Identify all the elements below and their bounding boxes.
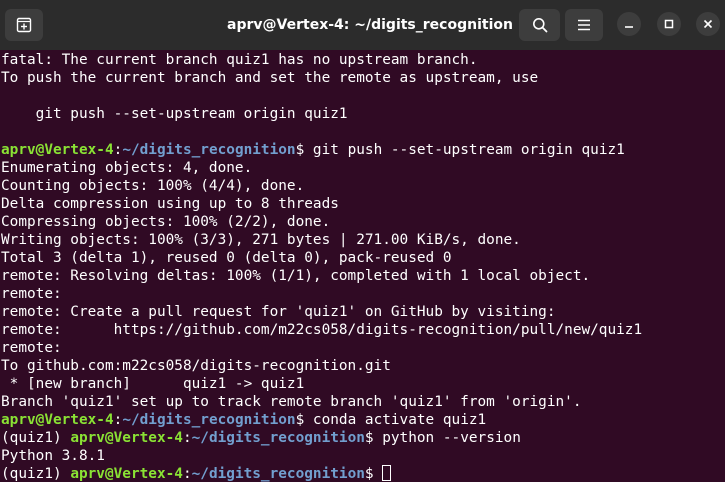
output-line: Enumerating objects: 4, done.	[1, 160, 253, 176]
prompt-symbol: $	[364, 466, 383, 482]
prompt-line: aprv@Vertex-4:~/digits_recognition$ cond…	[1, 411, 486, 429]
output-line: Branch 'quiz1' set up to track remote br…	[1, 394, 582, 410]
prompt-symbol: $	[364, 430, 383, 446]
output-line: To push the current branch and set the r…	[1, 70, 539, 86]
prompt-path: ~/digits_recognition	[122, 142, 296, 158]
window-title: aprv@Vertex-4: ~/digits_recognition	[227, 17, 513, 33]
terminal-output[interactable]: fatal: The current branch quiz1 has no u…	[0, 50, 725, 482]
prompt-user-host: aprv@Vertex-4	[70, 466, 183, 482]
prompt-user-host: aprv@Vertex-4	[1, 412, 114, 428]
new-tab-button[interactable]	[5, 9, 43, 41]
terminal-window: aprv@Vertex-4: ~/digits_recognition fata…	[0, 0, 725, 482]
output-line: Writing objects: 100% (3/3), 271 bytes |…	[1, 232, 521, 248]
output-line: remote: https://github.com/m22cs058/digi…	[1, 322, 643, 338]
prompt-user-host: aprv@Vertex-4	[70, 430, 183, 446]
prompt-colon: :	[113, 142, 123, 158]
prompt-path: ~/digits_recognition	[122, 412, 296, 428]
output-line: fatal: The current branch quiz1 has no u…	[1, 52, 478, 68]
prompt-path: ~/digits_recognition	[191, 430, 365, 446]
active-prompt-line[interactable]: (quiz1) aprv@Vertex-4:~/digits_recogniti…	[1, 465, 392, 482]
prompt-line: aprv@Vertex-4:~/digits_recognition$ git …	[1, 141, 625, 159]
prompt-colon: :	[113, 412, 123, 428]
conda-env-label: (quiz1)	[1, 466, 71, 482]
prompt-symbol: $	[295, 412, 313, 428]
prompt-symbol: $	[295, 142, 313, 158]
text-cursor	[382, 465, 392, 481]
hamburger-menu-icon	[578, 19, 590, 31]
minimize-button[interactable]	[617, 12, 641, 36]
command-text: conda activate quiz1	[312, 412, 487, 428]
output-line: * [new branch] quiz1 -> quiz1	[1, 376, 305, 392]
output-line: remote:	[1, 286, 62, 302]
maximize-icon	[664, 19, 674, 29]
search-icon	[532, 18, 547, 33]
output-line: remote: Create a pull request for 'quiz1…	[1, 304, 556, 320]
output-line: git push --set-upstream origin quiz1	[1, 106, 348, 122]
output-line: Delta compression using up to 8 threads	[1, 196, 339, 212]
menu-button[interactable]	[565, 9, 603, 41]
output-line: Python 3.8.1	[1, 448, 105, 464]
prompt-colon: :	[182, 430, 192, 446]
conda-env-label: (quiz1)	[1, 430, 71, 446]
minimize-icon	[625, 26, 633, 28]
output-line: Compressing objects: 100% (2/2), done.	[1, 214, 331, 230]
prompt-line: (quiz1) aprv@Vertex-4:~/digits_recogniti…	[1, 429, 521, 447]
output-line: remote: Resolving deltas: 100% (1/1), co…	[1, 268, 591, 284]
new-tab-icon	[16, 17, 32, 33]
prompt-colon: :	[182, 466, 192, 482]
command-text: python --version	[382, 430, 521, 446]
search-button[interactable]	[519, 9, 560, 41]
close-button[interactable]	[696, 12, 720, 36]
output-line: Total 3 (delta 1), reused 0 (delta 0), p…	[1, 250, 452, 266]
output-line: remote:	[1, 340, 62, 356]
close-icon	[703, 19, 713, 29]
output-line: Counting objects: 100% (4/4), done.	[1, 178, 305, 194]
command-text: git push --set-upstream origin quiz1	[312, 142, 625, 158]
output-line: To github.com:m22cs058/digits-recognitio…	[1, 358, 391, 374]
title-bar: aprv@Vertex-4: ~/digits_recognition	[0, 0, 725, 50]
maximize-button[interactable]	[657, 12, 681, 36]
prompt-path: ~/digits_recognition	[191, 466, 365, 482]
prompt-user-host: aprv@Vertex-4	[1, 142, 114, 158]
